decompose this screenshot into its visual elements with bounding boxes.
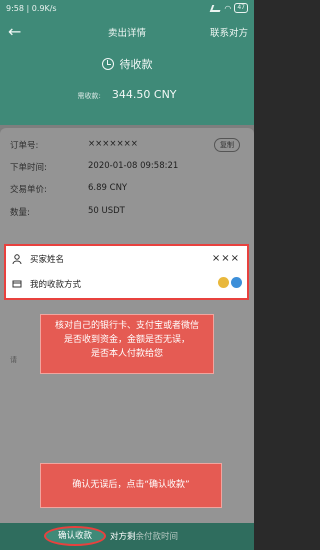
row-unit-price: 交易单价: 6.89 CNY (10, 183, 244, 197)
phone-screen: 9:58 | 0.9K/s ◠ 47 ← 卖出详情 联系对方 待收款 需收款: … (0, 0, 254, 550)
payment-method-row[interactable]: 我的收款方式 (12, 277, 244, 292)
copy-button[interactable]: 复制 (214, 138, 240, 152)
amount-due: 需收款: 344.50 CNY (0, 83, 254, 102)
unit-price-value: 6.89 CNY (88, 183, 128, 193)
person-icon (12, 254, 22, 264)
quantity-value: 50 USDT (88, 206, 125, 216)
alipay-icon (231, 277, 242, 288)
unit-price-label: 交易单价: (10, 185, 47, 195)
verify-tip-bubble: 核对自己的银行卡、支付宝或者微信 是否收到资金，金额是否无误， 是否本人付款给您 (40, 314, 214, 374)
countdown-rest: 余付款时间 (135, 532, 179, 542)
order-status: 待收款 (0, 56, 254, 72)
buyer-name-value: ××× (211, 253, 240, 264)
buyer-info-highlight: 买家姓名 ××× 我的收款方式 (4, 244, 249, 300)
verify-tip-line: 是否本人付款给您 (90, 349, 163, 359)
amount-label: 需收款: (77, 92, 101, 100)
status-icons: ◠ 47 (210, 3, 248, 13)
bottom-action-bar: 确认收款 对方剩余付款时间 (0, 523, 254, 550)
wifi-icon: ◠ (224, 3, 232, 13)
order-number-label: 订单号: (10, 141, 39, 151)
payment-countdown: 对方剩余付款时间 (110, 530, 178, 542)
row-order-time: 下单时间: 2020-01-08 09:58:21 (10, 161, 244, 175)
hint-text-cut: 请 (10, 356, 17, 364)
amount-value: 344.50 CNY (111, 88, 177, 101)
card-icon (12, 280, 22, 288)
order-number-value: ××××××× (88, 139, 138, 149)
verify-tip-line: 是否收到资金，金额是否无误， (63, 335, 190, 345)
row-order-number: 订单号: ××××××× 复制 (10, 138, 244, 153)
buyer-name-row: 买家姓名 ××× (12, 253, 244, 267)
status-bar: 9:58 | 0.9K/s ◠ 47 (0, 0, 254, 18)
countdown-prefix: 对方剩 (110, 532, 136, 542)
signal-icon (210, 4, 223, 12)
payment-method-label: 我的收款方式 (30, 280, 82, 290)
buyer-name-label: 买家姓名 (30, 255, 65, 265)
header: 9:58 | 0.9K/s ◠ 47 ← 卖出详情 联系对方 待收款 需收款: … (0, 0, 254, 125)
battery-icon: 47 (234, 3, 248, 13)
order-time-value: 2020-01-08 09:58:21 (88, 161, 179, 171)
status-time: 9:58 | 0.9K/s (6, 4, 57, 13)
bank-card-icon (218, 277, 229, 288)
quantity-label: 数量: (10, 208, 30, 218)
row-quantity: 数量: 50 USDT (10, 206, 244, 220)
payment-badges (218, 277, 242, 288)
verify-tip-line: 核对自己的银行卡、支付宝或者微信 (54, 321, 199, 331)
order-status-text: 待收款 (119, 58, 153, 71)
order-time-label: 下单时间: (10, 163, 47, 173)
contact-counterparty-button[interactable]: 联系对方 (210, 25, 248, 39)
nav-bar: ← 卖出详情 联系对方 (0, 22, 254, 44)
clock-icon (101, 58, 114, 70)
confirm-receipt-button[interactable]: 确认收款 (44, 526, 106, 546)
confirm-tip-bubble: 确认无误后，点击“确认收款” (40, 463, 222, 508)
